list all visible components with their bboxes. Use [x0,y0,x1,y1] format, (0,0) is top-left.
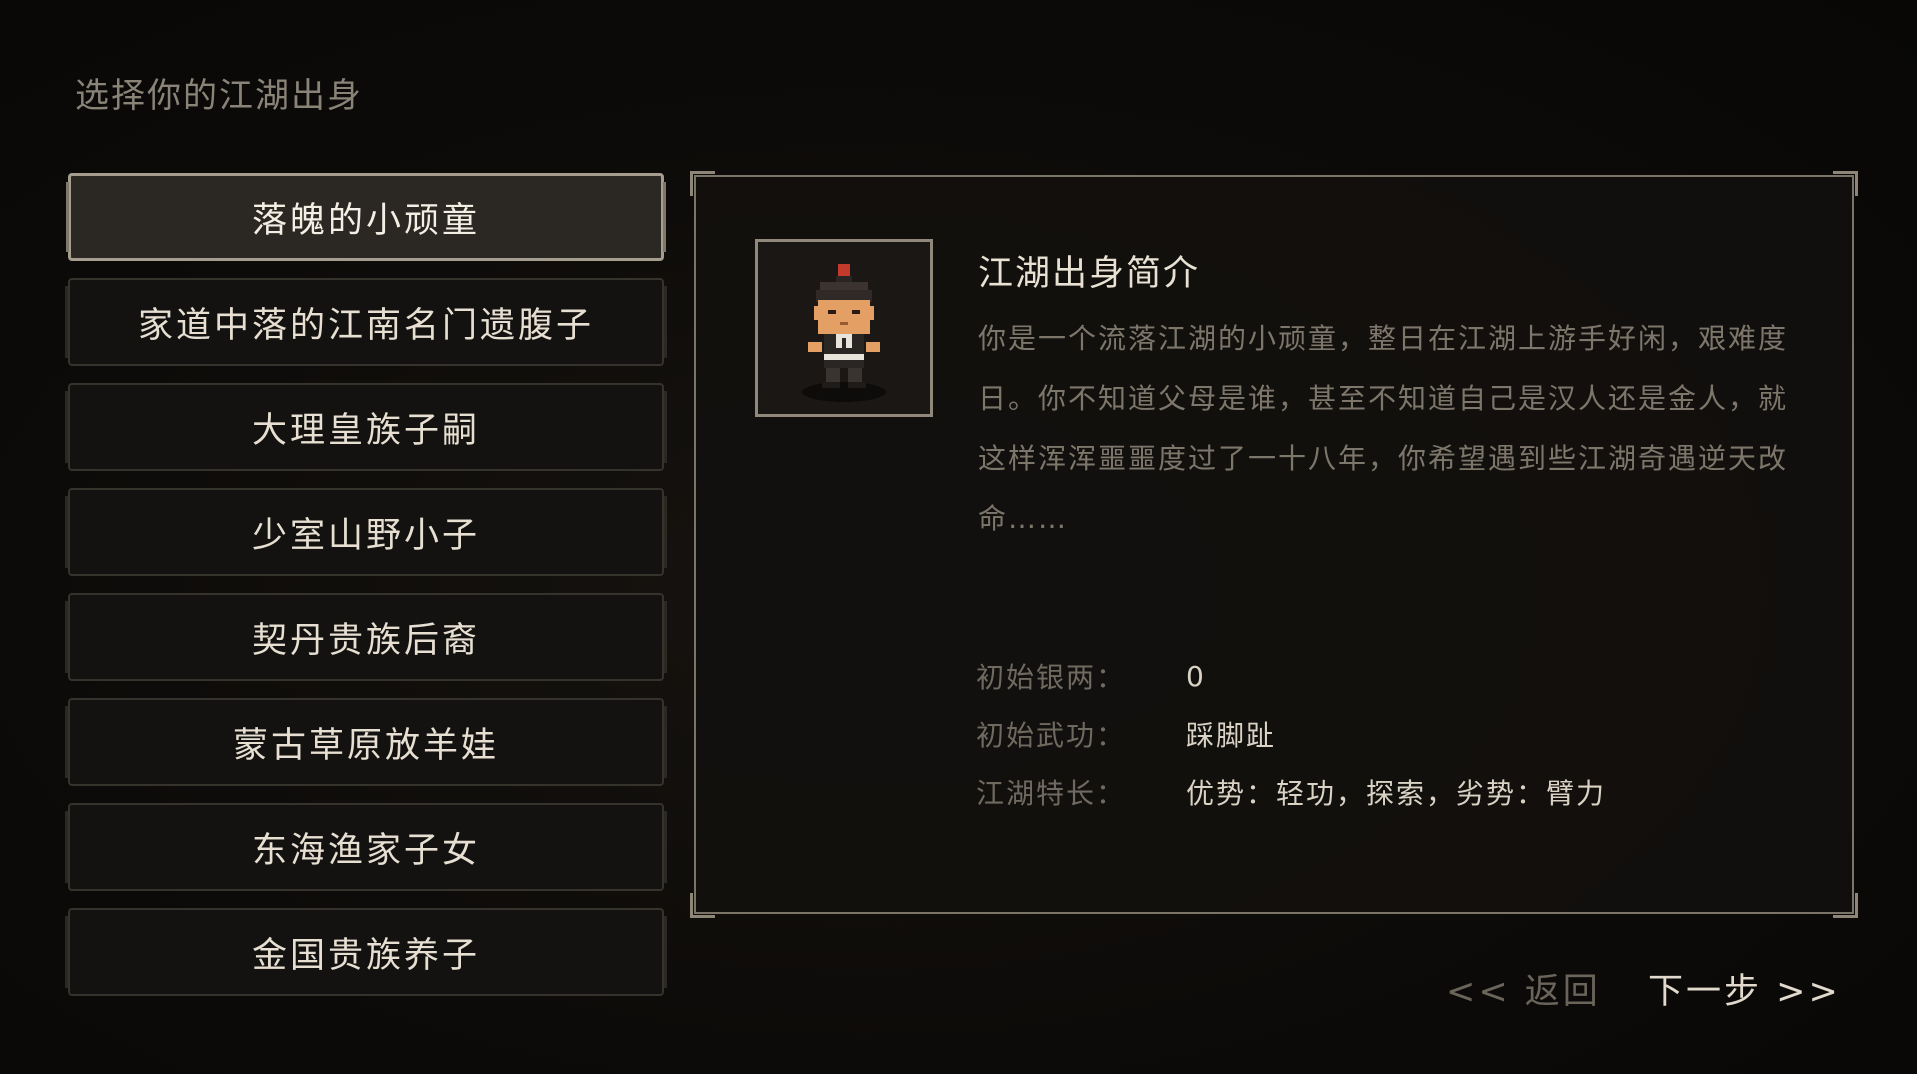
bio-title: 江湖出身简介 [978,254,1201,294]
stat-row-martial-art: 初始武功： 踩脚趾 [976,705,1606,763]
stat-row-silver: 初始银两： 0 [976,647,1606,705]
stat-value: 0 [1186,659,1206,693]
character-portrait [755,239,933,417]
origin-detail-panel: 江湖出身简介 你是一个流落江湖的小顽童，整日在江湖上游手好闲，艰难度日。你不知道… [690,171,1858,918]
origin-list: 落魄的小顽童 家道中落的江南名门遗腹子 大理皇族子嗣 少室山野小子 契丹贵族后裔… [65,173,667,1013]
origin-stats: 初始银两： 0 初始武功： 踩脚趾 江湖特长： 优势：轻功，探索，劣势：臂力 [976,647,1606,821]
stat-label: 初始银两： [976,661,1127,694]
stat-label: 江湖特长： [976,777,1127,810]
stat-row-specialty: 江湖特长： 优势：轻功，探索，劣势：臂力 [976,763,1606,821]
back-button[interactable]: << 返回 [1446,963,1601,1014]
corner-ornament [1833,171,1858,196]
bio-description: 你是一个流落江湖的小顽童，整日在江湖上游手好闲，艰难度日。你不知道父母是谁，甚至… [978,322,1789,535]
origin-item-khitan-noble[interactable]: 契丹贵族后裔 [65,593,667,681]
corner-ornament [1833,893,1858,918]
origin-item-dali-royal[interactable]: 大理皇族子嗣 [65,383,667,471]
origin-select-screen: 选择你的江湖出身 落魄的小顽童 家道中落的江南名门遗腹子 大理皇族子嗣 少室山野… [0,0,1917,1074]
origin-item-mongol-shepherd[interactable]: 蒙古草原放羊娃 [65,698,667,786]
stat-value: 踩脚趾 [1186,719,1277,752]
origin-item-jin-adoptee[interactable]: 金国贵族养子 [65,908,667,996]
corner-ornament [690,171,715,196]
next-step-button[interactable]: 下一步 >> [1648,963,1841,1014]
child-character-sprite-icon [802,264,886,402]
origin-item-jiangnan-heir[interactable]: 家道中落的江南名门遗腹子 [65,278,667,366]
stat-value: 优势：轻功，探索，劣势：臂力 [1186,777,1607,810]
corner-ornament [690,893,715,918]
origin-item-little-urchin[interactable]: 落魄的小顽童 [66,173,666,261]
page-title: 选择你的江湖出身 [75,76,363,116]
stat-label: 初始武功： [976,719,1127,752]
origin-item-shaoshi-boy[interactable]: 少室山野小子 [65,488,667,576]
origin-item-donghai-fisher[interactable]: 东海渔家子女 [65,803,667,891]
